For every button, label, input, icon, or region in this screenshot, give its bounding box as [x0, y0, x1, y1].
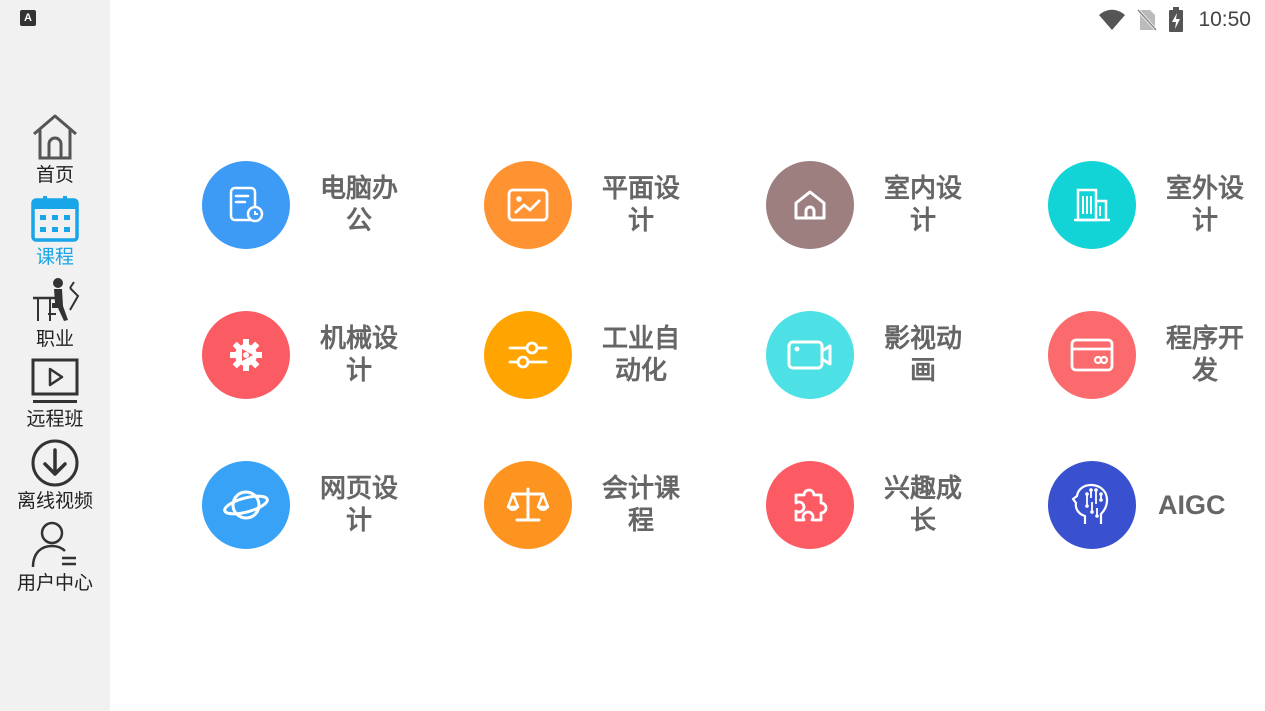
category-label: 会计课程 — [601, 474, 680, 536]
category-icon-circle — [766, 461, 854, 549]
sliders-icon — [508, 341, 548, 369]
app-badge-icon: A — [20, 10, 36, 26]
sidebar-item-remote-class[interactable]: 远程班 — [0, 356, 110, 436]
video-camera-icon — [787, 340, 832, 370]
category-film-animation[interactable]: 影视动画 — [766, 311, 1026, 401]
sidebar-item-courses[interactable]: 课程 — [0, 194, 110, 274]
category-label: 影视动画 — [883, 324, 962, 386]
category-icon-circle — [766, 161, 854, 249]
category-aigc[interactable]: AIGC — [1048, 461, 1265, 551]
document-clock-icon — [229, 186, 264, 223]
sidebar-item-label: 首页 — [35, 164, 74, 186]
status-bar: 10:50 — [1098, 6, 1251, 34]
category-icon-circle — [1048, 161, 1136, 249]
download-icon — [31, 439, 79, 487]
picture-icon — [507, 188, 549, 222]
sidebar-item-home[interactable]: 首页 — [0, 112, 110, 192]
puzzle-icon — [794, 488, 828, 522]
sidebar: A 首页 课程 职业 远程班 离线视频 用户中心 — [0, 0, 110, 711]
category-label: 工业自 动化 — [601, 324, 680, 386]
category-accounting[interactable]: 会计课程 — [484, 461, 744, 551]
category-label: 网页设计 — [319, 474, 398, 536]
category-computer-office[interactable]: 电脑办公 — [202, 161, 462, 251]
category-label: AIGC — [1158, 490, 1226, 520]
user-icon — [31, 521, 76, 568]
category-icon-circle — [484, 311, 572, 399]
category-icon-circle — [766, 311, 854, 399]
sidebar-item-label: 课程 — [35, 246, 74, 268]
battery-charging-icon — [1169, 7, 1184, 32]
category-exterior-design[interactable]: 室外设计 — [1048, 161, 1265, 251]
ai-head-icon — [1071, 483, 1109, 524]
planet-icon — [223, 490, 269, 520]
house-icon — [794, 190, 826, 220]
category-label: 室外设计 — [1165, 174, 1244, 236]
building-icon — [1074, 188, 1110, 222]
category-mechanical-design[interactable]: 机械设计 — [202, 311, 462, 401]
gear-icon — [230, 339, 262, 371]
calendar-icon — [31, 196, 79, 242]
category-label: 程序开发 — [1165, 324, 1244, 386]
person-at-desk-icon — [33, 278, 80, 321]
category-label: 室内设计 — [883, 174, 962, 236]
video-player-icon — [31, 358, 79, 403]
sidebar-item-label: 职业 — [35, 328, 74, 350]
wifi-icon — [1099, 9, 1126, 30]
clock: 10:50 — [1198, 8, 1251, 31]
category-label: 兴趣成长 — [883, 474, 962, 536]
card-code-icon — [1070, 338, 1114, 372]
sidebar-item-career[interactable]: 职业 — [0, 276, 110, 356]
sidebar-item-user-center[interactable]: 用户中心 — [0, 520, 110, 600]
category-label: 平面设计 — [601, 174, 680, 236]
category-icon-circle — [484, 161, 572, 249]
category-icon-circle — [1048, 461, 1136, 549]
category-interior-design[interactable]: 室内设计 — [766, 161, 1026, 251]
scale-icon — [506, 487, 550, 522]
sidebar-item-offline-video[interactable]: 离线视频 — [0, 438, 110, 518]
category-icon-circle — [1048, 311, 1136, 399]
category-interest-growth[interactable]: 兴趣成长 — [766, 461, 1026, 551]
category-industrial-automation[interactable]: 工业自 动化 — [484, 311, 744, 401]
category-icon-circle — [484, 461, 572, 549]
category-web-design[interactable]: 网页设计 — [202, 461, 462, 551]
category-label: 机械设计 — [319, 324, 398, 386]
sidebar-item-label: 用户中心 — [16, 572, 93, 594]
category-icon-circle — [202, 461, 290, 549]
home-icon — [33, 114, 77, 160]
category-icon-circle — [202, 161, 290, 249]
no-sim-icon — [1137, 8, 1158, 32]
category-icon-circle — [202, 311, 290, 399]
sidebar-item-label: 离线视频 — [16, 490, 93, 512]
category-software-development[interactable]: 程序开发 — [1048, 311, 1265, 401]
sidebar-item-label: 远程班 — [26, 408, 84, 430]
category-graphic-design[interactable]: 平面设计 — [484, 161, 744, 251]
category-label: 电脑办公 — [319, 174, 398, 236]
